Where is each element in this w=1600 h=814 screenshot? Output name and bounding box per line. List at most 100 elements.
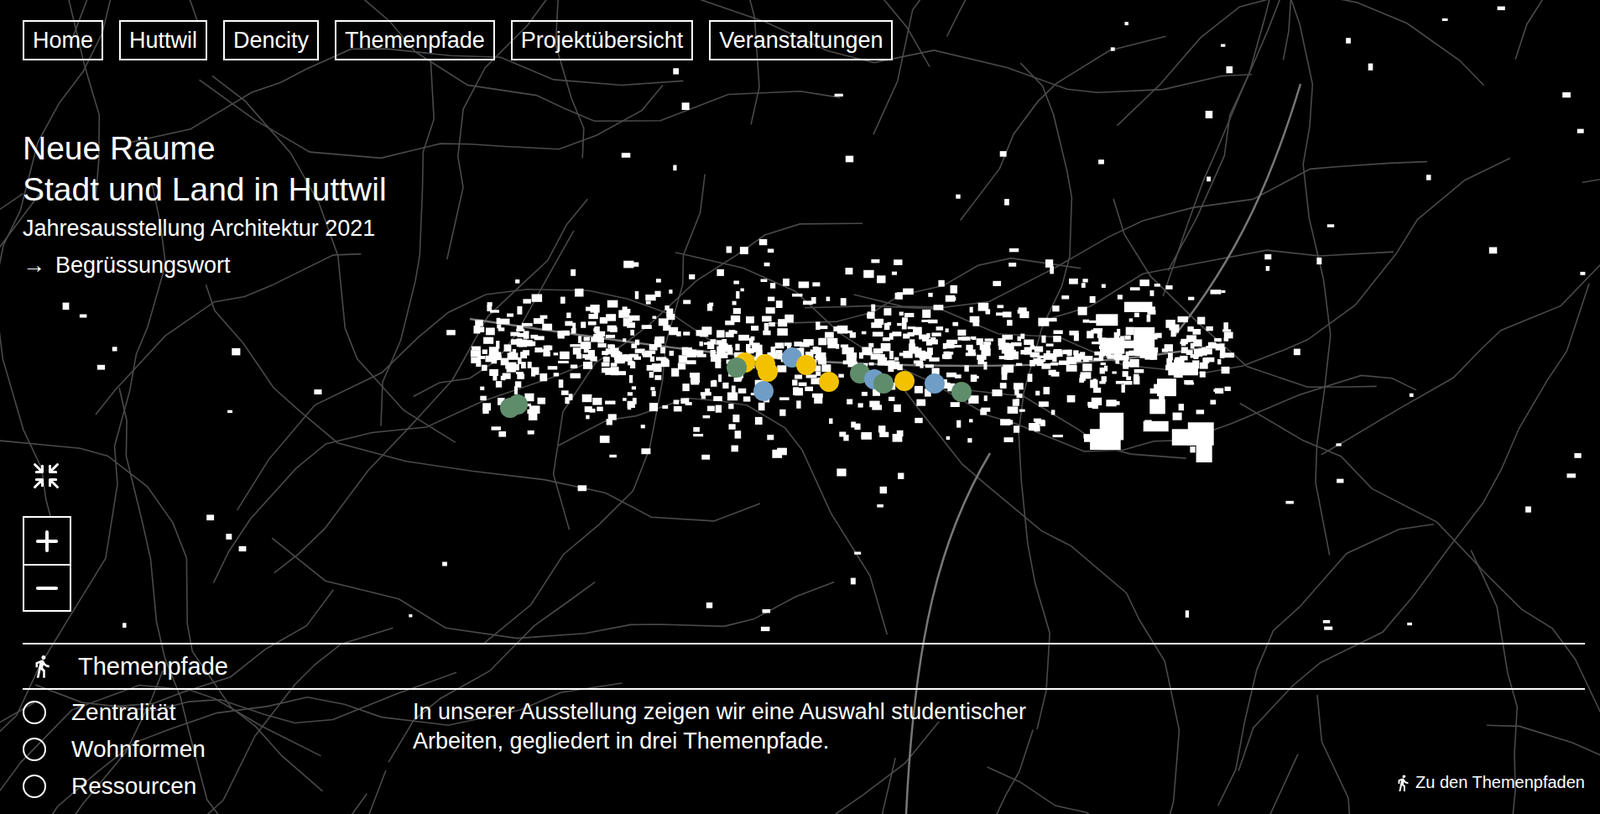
map-building xyxy=(766,307,776,314)
map-building xyxy=(893,259,902,266)
map-pin[interactable] xyxy=(753,380,774,402)
map-building xyxy=(641,424,646,428)
collapse-button[interactable] xyxy=(22,458,70,493)
map-building xyxy=(696,354,706,358)
radio-icon[interactable] xyxy=(22,700,47,725)
map-building xyxy=(779,396,790,401)
map-building xyxy=(521,361,527,369)
map-building xyxy=(1221,366,1230,374)
map-building xyxy=(646,301,652,305)
map-building xyxy=(1335,442,1341,446)
map-building xyxy=(733,281,740,285)
map-building xyxy=(965,344,973,351)
map-building xyxy=(1116,328,1121,336)
map-building xyxy=(882,337,891,342)
map-pin[interactable] xyxy=(951,381,972,402)
map-pin[interactable] xyxy=(726,357,747,378)
map-pin[interactable] xyxy=(818,371,840,392)
map-building xyxy=(983,341,991,345)
map-building xyxy=(540,315,548,319)
path-item[interactable]: Zentralität xyxy=(22,693,413,731)
map-building xyxy=(708,302,714,307)
map-building xyxy=(630,343,637,349)
map-building xyxy=(782,278,790,287)
map-building xyxy=(952,322,959,327)
map-road xyxy=(213,363,586,583)
radio-icon[interactable] xyxy=(22,737,47,761)
map-building xyxy=(1090,329,1100,334)
nav-button[interactable]: Home xyxy=(22,20,104,61)
map-building xyxy=(767,297,775,302)
nav-button[interactable]: Huttwil xyxy=(119,20,208,61)
main-road xyxy=(1174,83,1301,336)
map-pin[interactable] xyxy=(894,370,915,391)
map-building xyxy=(500,375,506,381)
map-pin[interactable] xyxy=(924,373,945,394)
map-building xyxy=(707,406,715,412)
map-pin[interactable] xyxy=(873,373,894,394)
map-building xyxy=(557,360,569,364)
nav-button[interactable]: Veranstaltungen xyxy=(708,20,893,61)
map-building xyxy=(1004,437,1014,443)
map-building xyxy=(1134,369,1145,374)
welcome-link[interactable]: →Begrüssungswort xyxy=(22,246,387,284)
map-building xyxy=(723,344,733,353)
map-building xyxy=(642,353,652,358)
map-building xyxy=(815,321,820,330)
nav-button[interactable]: Projektübersicht xyxy=(510,20,694,61)
map-building xyxy=(649,371,654,378)
zoom-in-button[interactable] xyxy=(24,517,70,564)
map-building xyxy=(531,294,543,303)
map-building xyxy=(907,326,916,329)
plus-icon xyxy=(31,525,63,558)
map-building xyxy=(734,430,742,438)
map-building xyxy=(570,269,576,277)
nav-button[interactable]: Dencity xyxy=(223,20,319,61)
map-pin[interactable] xyxy=(507,394,528,415)
map-building xyxy=(585,415,589,420)
map-pin[interactable] xyxy=(796,354,817,376)
map-building xyxy=(515,279,520,284)
map-building xyxy=(740,288,745,292)
map-building xyxy=(973,375,980,379)
map-canvas[interactable] xyxy=(0,0,1600,814)
themenpfade-header[interactable]: Themenpfade xyxy=(22,642,1585,690)
path-item[interactable]: Wohnformen xyxy=(22,730,413,768)
map-building xyxy=(938,280,944,287)
map-building xyxy=(79,314,88,318)
map-building xyxy=(1016,393,1023,398)
nav-button[interactable]: Themenpfade xyxy=(334,20,496,61)
paths-link[interactable]: Zu den Themenpfaden xyxy=(1393,772,1585,793)
map-building xyxy=(594,310,599,315)
map-building xyxy=(1368,63,1374,71)
map-building xyxy=(564,396,569,404)
map-road xyxy=(553,223,863,530)
map-building xyxy=(570,364,578,370)
map-building xyxy=(828,418,833,425)
zoom-out-button[interactable] xyxy=(24,563,70,610)
map-road xyxy=(1582,82,1600,185)
map-building xyxy=(1149,399,1166,415)
map-building xyxy=(623,260,634,269)
map-building xyxy=(682,331,690,335)
map-building xyxy=(542,351,551,357)
map-building xyxy=(858,402,864,407)
map-building xyxy=(1033,358,1042,365)
map-building xyxy=(547,365,558,370)
map-building xyxy=(845,156,854,163)
map-building xyxy=(985,338,995,341)
map-building xyxy=(715,405,722,413)
map-building xyxy=(997,304,1005,308)
map-building xyxy=(626,322,636,329)
radio-icon[interactable] xyxy=(22,774,47,798)
map-building xyxy=(482,349,488,355)
map-building xyxy=(603,356,610,363)
map-building xyxy=(479,386,485,391)
map-building xyxy=(834,93,844,97)
map-building xyxy=(1081,282,1086,288)
map-building xyxy=(751,344,762,353)
map-building xyxy=(510,338,522,345)
map-pin[interactable] xyxy=(757,361,778,382)
map-building xyxy=(1189,446,1195,453)
path-item[interactable]: Ressourcen xyxy=(22,767,413,805)
